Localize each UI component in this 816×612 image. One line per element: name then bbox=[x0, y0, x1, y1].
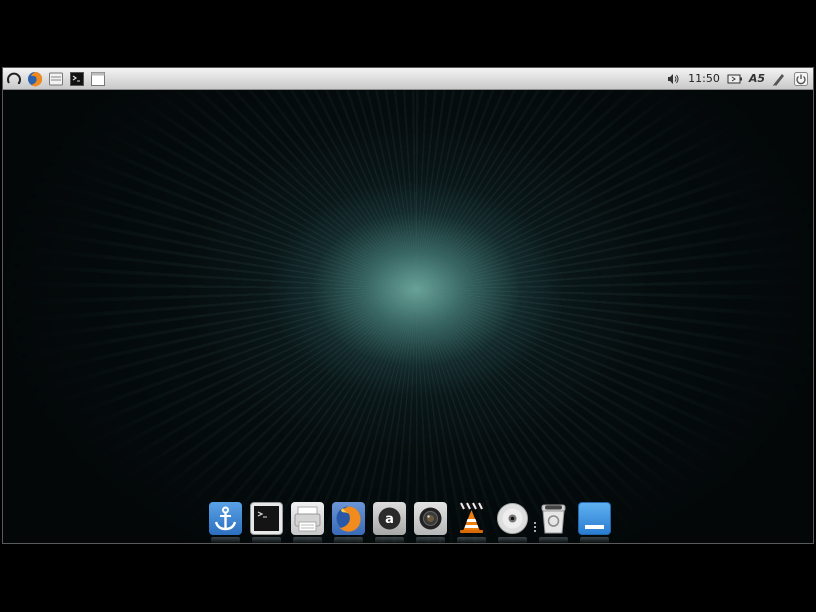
dock: a bbox=[3, 502, 813, 543]
window-icon[interactable] bbox=[90, 71, 106, 87]
battery-icon[interactable] bbox=[727, 71, 743, 87]
pen-icon[interactable] bbox=[771, 71, 787, 87]
terminal-icon bbox=[250, 502, 283, 535]
dock-item-letter-a-app[interactable]: a bbox=[373, 502, 406, 543]
file-manager-icon[interactable] bbox=[48, 71, 64, 87]
dock-item-camera[interactable] bbox=[414, 502, 447, 543]
wallpaper-rays bbox=[3, 90, 813, 543]
top-panel: 11:50 A5 bbox=[3, 68, 813, 90]
terminal-icon[interactable] bbox=[69, 71, 85, 87]
firefox-icon[interactable] bbox=[27, 71, 43, 87]
firefox-icon bbox=[332, 502, 365, 535]
panel-launchers bbox=[3, 71, 106, 87]
dock-item-disc[interactable] bbox=[496, 502, 536, 543]
dock-item-vlc[interactable] bbox=[455, 502, 488, 543]
camera-icon bbox=[414, 502, 447, 535]
dock-item-firefox[interactable] bbox=[332, 502, 365, 543]
clock[interactable]: 11:50 bbox=[688, 72, 720, 85]
disc-icon bbox=[496, 502, 529, 535]
dock-separator-dots bbox=[534, 522, 536, 534]
printer-icon bbox=[291, 502, 324, 535]
screen: 11:50 A5 a bbox=[2, 67, 814, 544]
svg-text:a: a bbox=[385, 512, 394, 527]
volume-icon[interactable] bbox=[665, 71, 681, 87]
trash-icon bbox=[537, 502, 570, 535]
show-desktop-icon bbox=[578, 502, 611, 535]
dock-item-anchor[interactable] bbox=[209, 502, 242, 543]
anchor-icon bbox=[209, 502, 242, 535]
dock-item-show-desktop[interactable] bbox=[578, 502, 611, 543]
dock-item-printer[interactable] bbox=[291, 502, 324, 543]
dock-item-terminal[interactable] bbox=[250, 502, 283, 543]
letter-a-icon: a bbox=[373, 502, 406, 535]
system-tray: 11:50 A5 bbox=[665, 71, 813, 87]
vlc-cone-icon bbox=[455, 502, 488, 535]
menu-spiral-icon[interactable] bbox=[6, 71, 22, 87]
power-icon[interactable] bbox=[793, 71, 809, 87]
keyboard-layout-icon[interactable]: A5 bbox=[749, 71, 765, 87]
dock-item-trash[interactable] bbox=[537, 502, 570, 543]
